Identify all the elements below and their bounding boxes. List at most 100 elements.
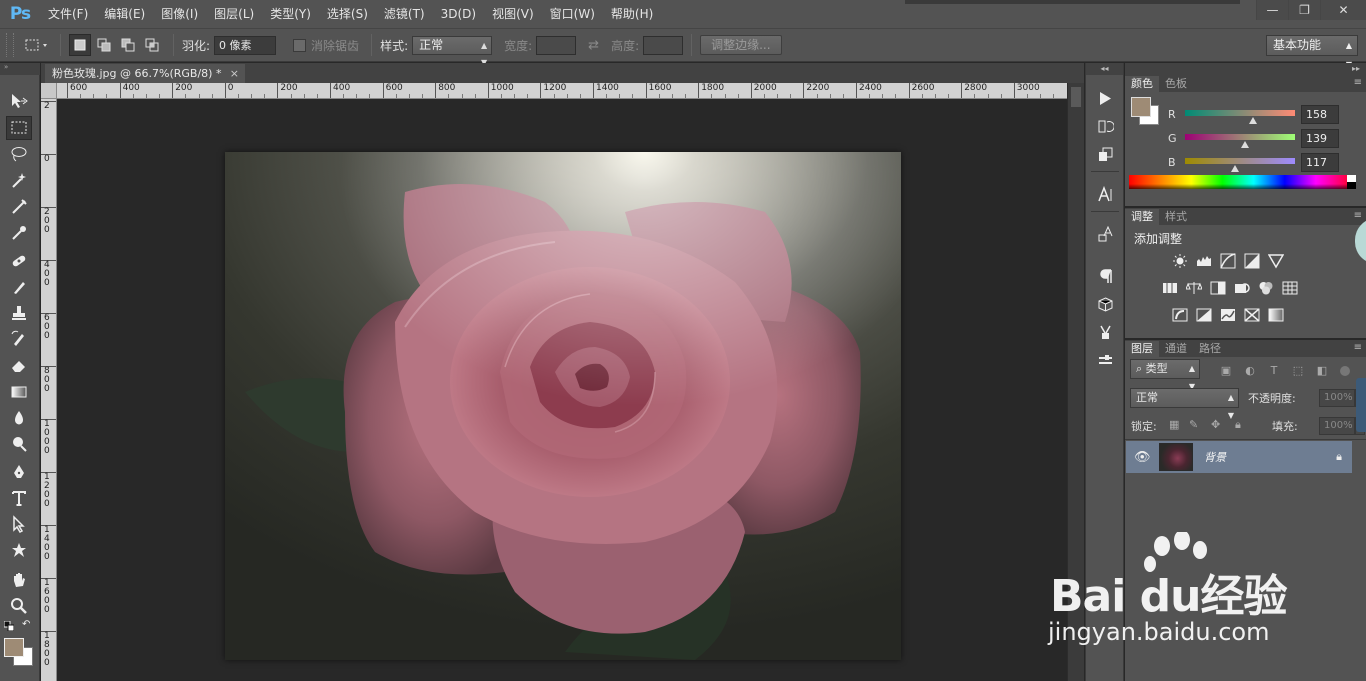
red-track[interactable] xyxy=(1185,110,1295,116)
type-tool[interactable] xyxy=(6,486,32,510)
foreground-color-swatch[interactable] xyxy=(1131,97,1151,117)
channel-mixer-icon[interactable] xyxy=(1256,279,1276,297)
lock-image-icon[interactable]: ✎ xyxy=(1189,418,1198,431)
add-selection-button[interactable] xyxy=(93,34,115,56)
restore-button[interactable]: ❐ xyxy=(1288,0,1320,20)
brush-tool[interactable] xyxy=(6,275,32,299)
menu-view[interactable]: 视图(V) xyxy=(484,0,542,28)
style-select[interactable]: 正常 ▲ ▼ xyxy=(412,35,493,67)
photo-filter-icon[interactable] xyxy=(1232,279,1252,297)
vertical-ruler[interactable]: 2020040060080010001200140016001800 xyxy=(41,99,57,681)
clone-stamp-tool[interactable] xyxy=(6,301,32,325)
menu-select[interactable]: 选择(S) xyxy=(319,0,376,28)
dock-collapse-strip[interactable]: ◂◂ xyxy=(1086,63,1123,75)
character-icon[interactable] xyxy=(1094,183,1116,205)
play-action-icon[interactable] xyxy=(1094,87,1116,109)
zoom-tool[interactable] xyxy=(6,594,32,618)
threshold-icon[interactable] xyxy=(1218,306,1238,324)
layer-filter-select[interactable]: ⌕ 类型 ▲ ▼ xyxy=(1130,359,1200,391)
curves-icon[interactable] xyxy=(1218,252,1238,270)
tab-layers[interactable]: 图层 xyxy=(1125,341,1159,357)
history-icon[interactable] xyxy=(1094,115,1116,137)
scrollbar-thumb[interactable] xyxy=(1071,87,1081,107)
dodge-tool[interactable] xyxy=(6,432,32,456)
pen-tool[interactable] xyxy=(6,460,32,484)
lock-position-icon[interactable]: ✥ xyxy=(1211,418,1220,431)
rectangular-marquee-tool[interactable] xyxy=(6,116,32,140)
menu-window[interactable]: 窗口(W) xyxy=(542,0,603,28)
filter-toggle-icon[interactable] xyxy=(1340,366,1350,376)
menu-type[interactable]: 类型(Y) xyxy=(262,0,319,28)
green-slider-knob[interactable] xyxy=(1241,141,1249,148)
rose-image[interactable] xyxy=(225,152,901,660)
black-white-ramp[interactable] xyxy=(1347,175,1356,189)
document-tab[interactable]: 粉色玫瑰.jpg @ 66.7%(RGB/8) * × xyxy=(45,64,245,83)
panel-menu-icon[interactable]: ≡ xyxy=(1354,77,1362,88)
foreground-color-swatch[interactable] xyxy=(4,638,24,657)
layer-row[interactable]: 👁︎ 背景 🔒︎ xyxy=(1126,441,1352,473)
posterize-icon[interactable] xyxy=(1194,306,1214,324)
blue-slider[interactable]: B 117 xyxy=(1165,153,1365,175)
green-track[interactable] xyxy=(1185,134,1295,140)
antialias-checkbox[interactable] xyxy=(293,38,307,52)
intersect-selection-button[interactable] xyxy=(141,34,163,56)
tab-styles[interactable]: 样式 xyxy=(1159,209,1193,225)
exposure-icon[interactable] xyxy=(1242,252,1262,270)
fill-input[interactable]: 100% xyxy=(1319,417,1355,435)
character-styles-icon[interactable] xyxy=(1094,223,1116,245)
menu-edit[interactable]: 编辑(E) xyxy=(96,0,153,28)
paragraph-icon[interactable] xyxy=(1094,265,1116,287)
levels-icon[interactable] xyxy=(1194,252,1214,270)
path-selection-tool[interactable] xyxy=(6,512,32,536)
refine-edge-button[interactable]: 调整边缘... xyxy=(700,35,782,55)
new-selection-button[interactable] xyxy=(69,34,91,56)
menu-layer[interactable]: 图层(L) xyxy=(206,0,262,28)
gradient-tool[interactable] xyxy=(6,380,32,404)
move-tool[interactable] xyxy=(6,89,32,113)
tool-presets-icon[interactable] xyxy=(1094,349,1116,371)
green-slider[interactable]: G 139 xyxy=(1165,129,1365,151)
layer-comps-icon[interactable] xyxy=(1094,143,1116,165)
3d-icon[interactable] xyxy=(1094,293,1116,315)
color-spectrum-ramp[interactable] xyxy=(1129,175,1347,189)
custom-shape-tool[interactable] xyxy=(6,538,32,562)
panel-menu-icon[interactable]: ≡ xyxy=(1354,210,1362,221)
layer-name[interactable]: 背景 xyxy=(1204,449,1226,465)
green-value-input[interactable]: 139 xyxy=(1301,129,1339,148)
tab-paths[interactable]: 路径 xyxy=(1193,341,1227,357)
eraser-tool[interactable] xyxy=(6,353,32,377)
minimize-button[interactable]: — xyxy=(1256,0,1288,20)
magic-wand-tool[interactable] xyxy=(6,168,32,192)
lock-transparent-icon[interactable]: ▦ xyxy=(1169,418,1179,431)
hue-saturation-icon[interactable] xyxy=(1160,279,1180,297)
panels-collapse-strip[interactable]: ▸▸ xyxy=(1125,63,1366,75)
red-slider[interactable]: R 158 xyxy=(1165,105,1365,127)
lock-all-icon[interactable]: 🔒︎ xyxy=(1235,418,1241,432)
black-white-icon[interactable] xyxy=(1208,279,1228,297)
color-lookup-icon[interactable] xyxy=(1280,279,1300,297)
swap-colors-icon[interactable]: ↶ xyxy=(22,619,30,630)
opacity-input[interactable]: 100% xyxy=(1319,389,1355,407)
ruler-origin[interactable] xyxy=(41,83,57,99)
filter-shape-icon[interactable]: ⬚ xyxy=(1290,362,1306,378)
blend-mode-select[interactable]: 正常 ▲ ▼ xyxy=(1130,388,1239,420)
tab-adjustments[interactable]: 调整 xyxy=(1125,209,1159,225)
feather-input[interactable]: 0 像素 xyxy=(214,35,277,55)
blur-tool[interactable] xyxy=(6,406,32,430)
menu-3d[interactable]: 3D(D) xyxy=(433,0,484,28)
side-tab[interactable] xyxy=(1356,378,1366,432)
gradient-map-icon[interactable] xyxy=(1266,306,1286,324)
toolbar-collapse-strip[interactable]: » xyxy=(0,63,40,75)
filter-pixel-icon[interactable]: ▣ xyxy=(1218,362,1234,378)
horizontal-ruler[interactable]: 600 400 200 0 200 400 600 800 1000 1200 1400 1600 18… xyxy=(57,83,1067,99)
menu-help[interactable]: 帮助(H) xyxy=(603,0,661,28)
lasso-tool[interactable] xyxy=(6,142,32,166)
eyedropper-tool[interactable] xyxy=(6,221,32,245)
visibility-eye-icon[interactable]: 👁︎ xyxy=(1134,450,1151,465)
filter-adjustment-icon[interactable]: ◐ xyxy=(1242,362,1258,378)
tab-color[interactable]: 颜色 xyxy=(1125,76,1159,92)
subtract-selection-button[interactable] xyxy=(117,34,139,56)
tab-swatches[interactable]: 色板 xyxy=(1159,76,1193,92)
blue-value-input[interactable]: 117 xyxy=(1301,153,1339,172)
menu-file[interactable]: 文件(F) xyxy=(40,0,96,28)
